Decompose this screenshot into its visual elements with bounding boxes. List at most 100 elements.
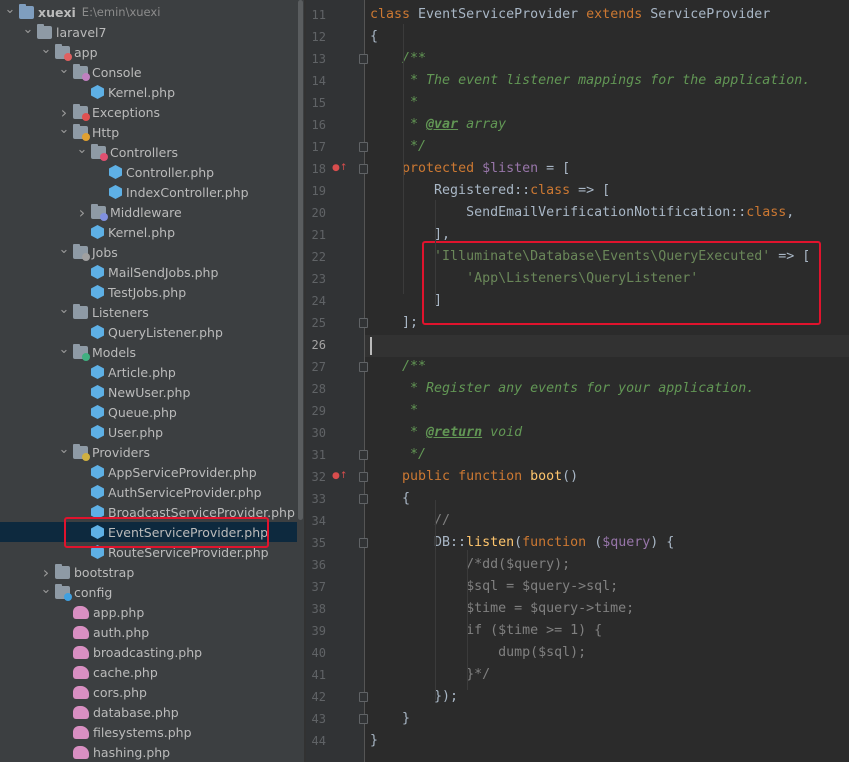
text-caret: [370, 337, 372, 355]
code-line: //: [434, 513, 451, 528]
tree-folder-row[interactable]: ⌄ Models: [0, 342, 297, 362]
exceptions-folder-icon: [73, 103, 90, 121]
chevron-down-icon[interactable]: ⌄: [58, 299, 70, 319]
line-number: 43: [311, 712, 326, 726]
tree-item-label: laravel7: [56, 24, 107, 40]
chevron-down-icon[interactable]: ⌄: [58, 119, 70, 139]
line-number: 31: [311, 448, 326, 462]
line-number: 13: [311, 52, 326, 66]
chevron-down-icon[interactable]: ⌄: [58, 239, 70, 259]
fold-toggle-icon[interactable]: [359, 692, 368, 702]
tree-file-row[interactable]: Article.php: [0, 362, 297, 382]
tree-item-label: cors.php: [93, 684, 147, 700]
chevron-down-icon[interactable]: ⌄: [58, 339, 70, 359]
tree-item-label: Exceptions: [92, 104, 161, 120]
code-line: }: [370, 711, 411, 726]
tree-item-label: User.php: [108, 424, 164, 440]
fold-toggle-icon[interactable]: [359, 54, 368, 64]
tree-scrollbar-thumb[interactable]: [298, 0, 303, 520]
tree-folder-row[interactable]: ⌄ Providers: [0, 442, 297, 462]
indent-guide: [435, 200, 436, 305]
folder-badge-icon: [82, 352, 90, 361]
tree-file-row[interactable]: TestJobs.php: [0, 282, 297, 302]
tree-file-row[interactable]: AuthServiceProvider.php: [0, 482, 297, 502]
tree-item-label: AuthServiceProvider.php: [108, 484, 262, 500]
tree-folder-row[interactable]: › Middleware: [0, 202, 297, 222]
fold-toggle-icon[interactable]: [359, 142, 368, 152]
tree-folder-row[interactable]: ⌄ config: [0, 582, 297, 602]
config-php-icon: [73, 645, 89, 659]
config-folder-icon: [55, 583, 72, 601]
tree-folder-row[interactable]: ⌄ Jobs: [0, 242, 297, 262]
line-number: 41: [311, 668, 326, 682]
tree-item-label: Console: [92, 64, 142, 80]
fold-toggle-icon[interactable]: [359, 164, 368, 174]
tree-folder-row[interactable]: ⌄ Listeners: [0, 302, 297, 322]
fold-toggle-icon[interactable]: [359, 450, 368, 460]
fold-toggle-icon[interactable]: [359, 714, 368, 724]
chevron-down-icon[interactable]: ⌄: [4, 0, 16, 19]
code-line: });: [370, 689, 459, 704]
chevron-down-icon[interactable]: ⌄: [58, 439, 70, 459]
tree-file-row[interactable]: QueryListener.php: [0, 322, 297, 342]
chevron-down-icon[interactable]: ⌄: [40, 39, 52, 59]
tree-file-row[interactable]: hashing.php: [0, 742, 297, 762]
line-number: 20: [311, 206, 326, 220]
tree-folder-row[interactable]: ⌄ app: [0, 42, 297, 62]
tree-file-row[interactable]: NewUser.php: [0, 382, 297, 402]
tree-file-row[interactable]: broadcasting.php: [0, 642, 297, 662]
tree-file-row[interactable]: filesystems.php: [0, 722, 297, 742]
override-marker-icon[interactable]: ●↑: [332, 163, 347, 175]
tree-file-row[interactable]: cache.php: [0, 662, 297, 682]
chevron-down-icon[interactable]: ⌄: [76, 139, 88, 159]
tree-file-row[interactable]: User.php: [0, 422, 297, 442]
tree-folder-row[interactable]: ⌄ Controllers: [0, 142, 297, 162]
tree-file-row[interactable]: Queue.php: [0, 402, 297, 422]
tree-item-label: bootstrap: [74, 564, 135, 580]
indent-guide: [467, 550, 468, 690]
chevron-right-icon[interactable]: ›: [76, 202, 88, 222]
chevron-down-icon[interactable]: ⌄: [58, 59, 70, 79]
fold-toggle-icon[interactable]: [359, 472, 368, 482]
tree-file-row[interactable]: app.php: [0, 602, 297, 622]
line-number: 34: [311, 514, 326, 528]
tree-item-label: MailSendJobs.php: [108, 264, 219, 280]
folder-badge-icon: [100, 212, 108, 221]
tree-file-row[interactable]: Kernel.php: [0, 82, 297, 102]
fold-toggle-icon[interactable]: [359, 538, 368, 548]
tree-file-row[interactable]: Controller.php: [0, 162, 297, 182]
tree-file-row[interactable]: auth.php: [0, 622, 297, 642]
tree-folder-row[interactable]: ⌄ Http: [0, 122, 297, 142]
tree-scrollbar[interactable]: [297, 0, 304, 762]
fold-toggle-icon[interactable]: [359, 494, 368, 504]
config-php-icon: [73, 725, 89, 739]
tree-file-row[interactable]: AppServiceProvider.php: [0, 462, 297, 482]
tree-item-label: xuexi: [38, 4, 76, 20]
tree-folder-row[interactable]: ⌄ Console: [0, 62, 297, 82]
tree-folder-row[interactable]: ⌄ xuexi E:\emin\xuexi: [0, 2, 297, 22]
tree-item-label: Jobs: [92, 244, 118, 260]
override-marker-icon[interactable]: ●↑: [332, 471, 347, 483]
line-number: 15: [311, 96, 326, 110]
tree-item-label: database.php: [93, 704, 179, 720]
fold-toggle-icon[interactable]: [359, 362, 368, 372]
tree-folder-row[interactable]: › Exceptions: [0, 102, 297, 122]
tree-file-row[interactable]: IndexController.php: [0, 182, 297, 202]
chevron-down-icon[interactable]: ⌄: [22, 19, 34, 39]
tree-file-row[interactable]: MailSendJobs.php: [0, 262, 297, 282]
app-folder-icon: [55, 43, 72, 61]
chevron-down-icon[interactable]: ⌄: [40, 579, 52, 599]
tree-file-row[interactable]: Kernel.php: [0, 222, 297, 242]
tree-file-row[interactable]: database.php: [0, 702, 297, 722]
code-highlight-box: [422, 241, 821, 325]
fold-toggle-icon[interactable]: [359, 318, 368, 328]
tree-file-row[interactable]: cors.php: [0, 682, 297, 702]
php-file-icon: [91, 225, 104, 239]
